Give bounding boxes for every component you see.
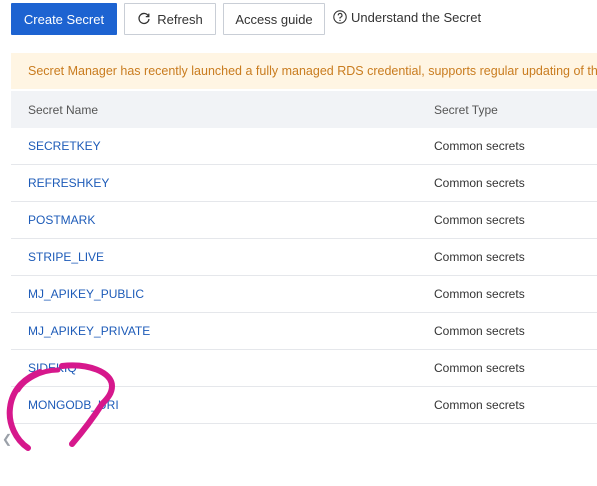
table-body: SECRETKEY Common secrets REFRESHKEY Common … (11, 128, 597, 424)
secret-name-link[interactable]: MJ_APIKEY_PUBLIC (28, 287, 144, 301)
chevron-left-icon[interactable]: ❮ (2, 432, 12, 446)
secret-name-link[interactable]: REFRESHKEY (28, 176, 109, 190)
understand-secret-link[interactable]: Understand the Secret (333, 10, 481, 25)
rds-credential-notice: Secret Manager has recently launched a f… (11, 53, 597, 89)
secret-type-cell: Common secrets (434, 139, 525, 153)
table-row: MJ_APIKEY_PUBLIC Common secrets (11, 276, 597, 313)
secret-type-cell: Common secrets (434, 250, 525, 264)
refresh-icon (138, 12, 150, 25)
secret-type-cell: Common secrets (434, 213, 525, 227)
notice-text: Secret Manager has recently launched a f… (28, 64, 597, 78)
toolbar: Create Secret Refresh Access guide Under… (11, 3, 481, 35)
create-secret-button[interactable]: Create Secret (11, 3, 117, 35)
secret-type-cell: Common secrets (434, 324, 525, 338)
create-secret-label: Create Secret (23, 11, 105, 27)
secret-name-link[interactable]: STRIPE_LIVE (28, 250, 104, 264)
secret-type-cell: Common secrets (434, 398, 525, 412)
secret-name-link[interactable]: SECRETKEY (28, 139, 101, 153)
secret-type-cell: Common secrets (434, 361, 525, 375)
secret-name-cell: POSTMARK (11, 213, 434, 227)
secret-name-cell: SIDEKIQ (11, 361, 434, 375)
access-guide-button[interactable]: Access guide (223, 3, 325, 35)
secret-type-cell: Common secrets (434, 287, 525, 301)
refresh-button[interactable]: Refresh (124, 3, 216, 35)
secret-name-link[interactable]: MJ_APIKEY_PRIVATE (28, 324, 150, 338)
secret-type-cell: Common secrets (434, 176, 525, 190)
table-row: MONGODB_URI Common secrets (11, 387, 597, 424)
secrets-page: Create Secret Refresh Access guide Under… (0, 0, 597, 486)
access-guide-label: Access guide (235, 11, 313, 27)
question-circle-icon (333, 10, 347, 24)
secret-name-link[interactable]: MONGODB_URI (28, 398, 119, 412)
table-row: REFRESHKEY Common secrets (11, 165, 597, 202)
refresh-label: Refresh (157, 11, 203, 27)
secrets-table: Secret Name Secret Type SECRETKEY Common … (11, 91, 597, 424)
header-secret-name: Secret Name (28, 102, 99, 117)
secret-name-cell: MONGODB_URI (11, 398, 434, 412)
secret-name-cell: STRIPE_LIVE (11, 250, 434, 264)
table-row: POSTMARK Common secrets (11, 202, 597, 239)
table-row: MJ_APIKEY_PRIVATE Common secrets (11, 313, 597, 350)
table-header: Secret Name Secret Type (11, 91, 597, 128)
secret-name-cell: REFRESHKEY (11, 176, 434, 190)
table-row: STRIPE_LIVE Common secrets (11, 239, 597, 276)
secret-name-cell: MJ_APIKEY_PRIVATE (11, 324, 434, 338)
table-row: SECRETKEY Common secrets (11, 128, 597, 165)
secret-name-link[interactable]: SIDEKIQ (28, 361, 77, 375)
understand-secret-label: Understand the Secret (351, 9, 482, 25)
header-secret-type: Secret Type (434, 102, 498, 117)
secret-name-cell: MJ_APIKEY_PUBLIC (11, 287, 434, 301)
secret-name-link[interactable]: POSTMARK (28, 213, 95, 227)
secret-name-cell: SECRETKEY (11, 139, 434, 153)
table-row: SIDEKIQ Common secrets (11, 350, 597, 387)
